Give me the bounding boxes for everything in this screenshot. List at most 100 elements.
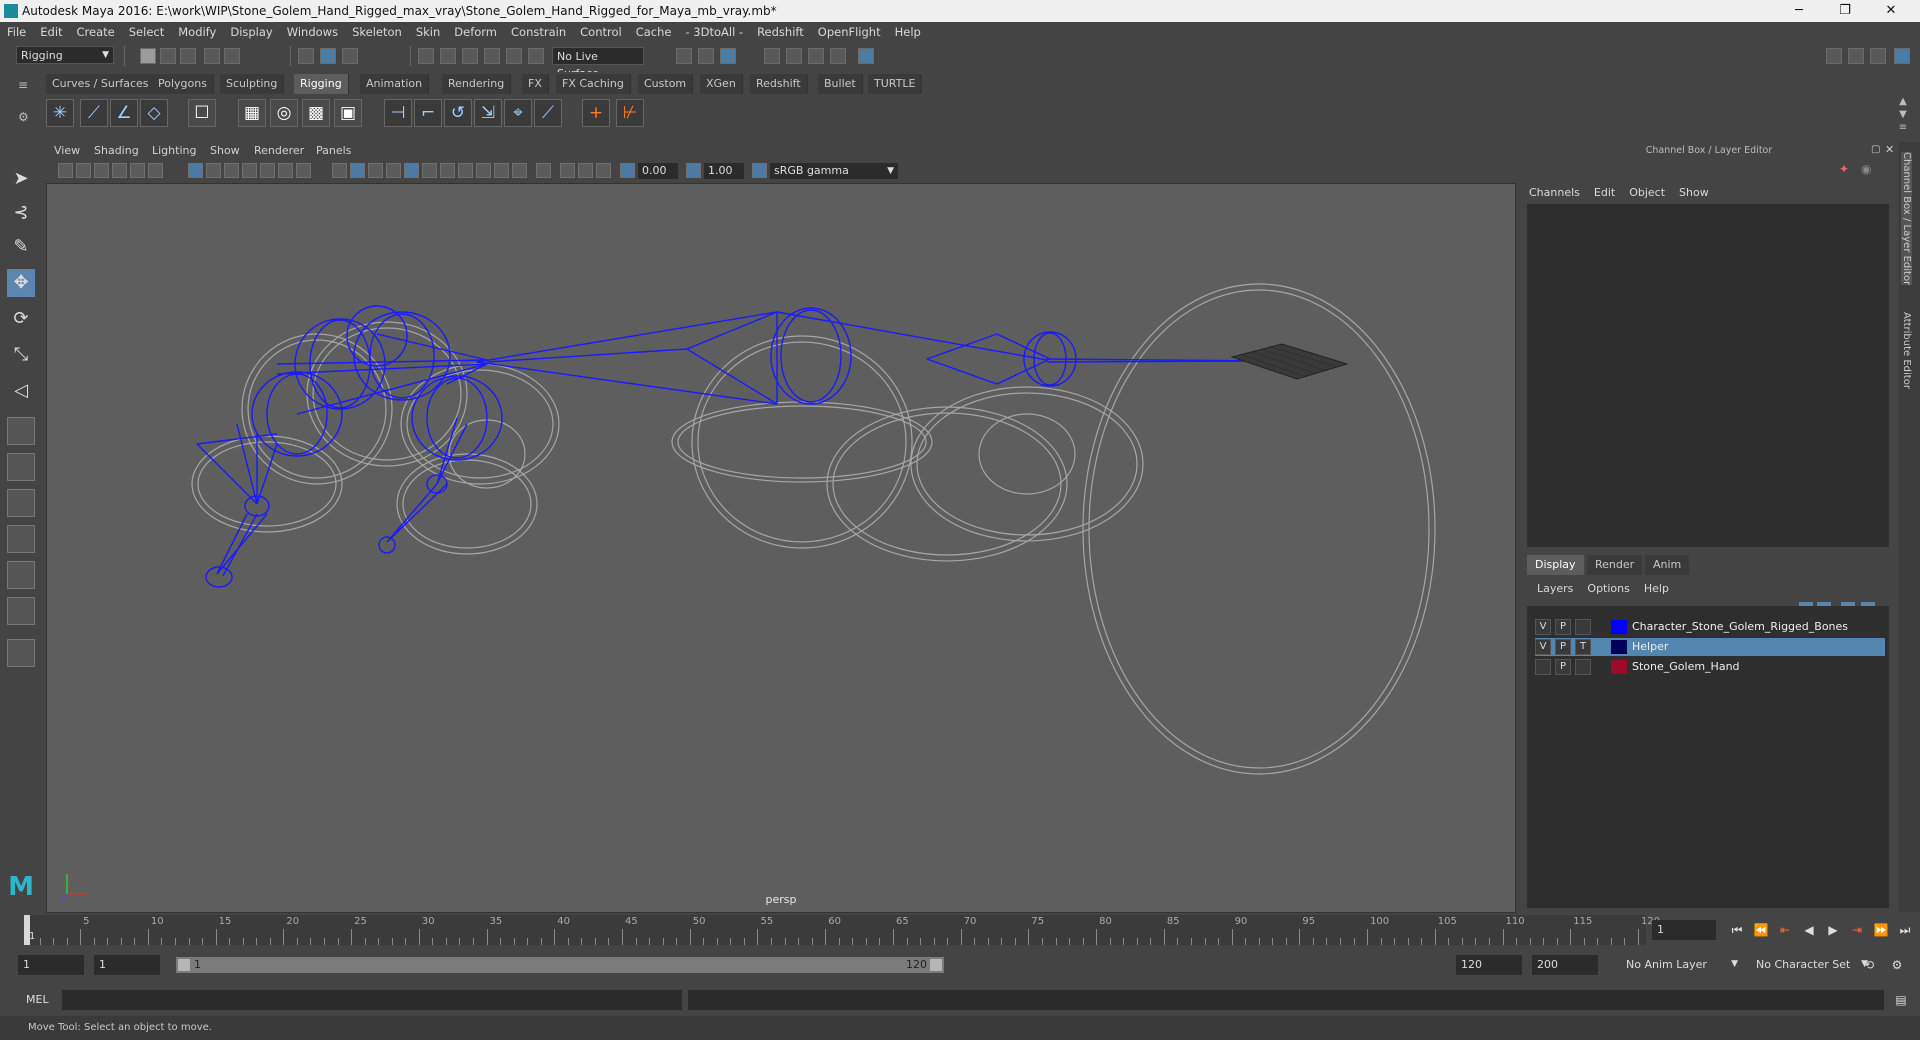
field-chart-icon[interactable] [260,163,275,178]
xray-icon[interactable] [560,163,575,178]
color-management-icon[interactable] [752,163,767,178]
playback-end-field[interactable]: 120 [1456,955,1522,975]
shelf-tab-sculpting[interactable]: Sculpting [220,74,285,94]
menu-constrain[interactable]: Constrain [504,25,573,39]
ik-handle-icon[interactable]: ⟋ [80,99,108,127]
make-live-icon[interactable] [528,48,544,64]
shelf-tab-fx[interactable]: FX [522,74,549,94]
orient-constraint-icon[interactable]: ↺ [444,99,472,127]
shelf-scroll-arrows-icon[interactable]: ▲ ▼ ≡ [1896,95,1910,135]
side-tab-attribute-editor[interactable]: Attribute Editor [1901,312,1912,389]
shelf-tab-polygons[interactable]: Polygons [152,74,214,94]
snap-view-plane-icon[interactable] [484,48,500,64]
range-slider-bar[interactable]: 1 120 [176,957,944,973]
rotate-tool-icon[interactable]: ⟳ [7,305,35,333]
animation-end-field[interactable]: 200 [1532,955,1598,975]
construction-history-icon[interactable] [698,48,714,64]
layer-playback-toggle[interactable]: P [1555,659,1571,675]
menu-help[interactable]: Help [888,25,928,39]
time-slider[interactable]: 1 5 10 15 20 25 30 35 40 45 50 55 60 65 70 75 80 85 90 95 10… [0,915,1920,947]
scale-constraint-icon[interactable]: ⇲ [474,99,502,127]
undo-icon[interactable] [204,48,220,64]
parent-constraint-icon[interactable]: ⊣ [384,99,412,127]
viewport-menu-panels[interactable]: Panels [316,144,351,157]
camera-attributes-icon[interactable] [76,163,91,178]
layer-display-type-toggle[interactable] [1575,619,1591,635]
modeling-toolkit-icon[interactable] [1826,48,1842,64]
menu-control[interactable]: Control [573,25,629,39]
layers-menu[interactable]: Layers [1537,582,1573,595]
close-button[interactable]: ✕ [1868,0,1914,22]
motion-blur-icon[interactable] [476,163,491,178]
select-object-icon[interactable] [320,48,336,64]
select-component-icon[interactable] [342,48,358,64]
grid-toggle-icon[interactable] [188,163,203,178]
menu-cache[interactable]: Cache [629,25,679,39]
snap-grid-icon[interactable] [418,48,434,64]
render-view-icon[interactable] [720,48,736,64]
last-tool-icon[interactable]: ◁ [7,377,35,405]
lattice-icon[interactable]: ▩ [302,99,330,127]
tab-anim[interactable]: Anim [1645,555,1690,575]
layer-row[interactable]: P Stone_Golem_Hand [1535,658,1885,676]
step-back-key-icon[interactable]: ⇤ [1776,921,1794,939]
menu-windows[interactable]: Windows [280,25,345,39]
options-menu[interactable]: Options [1587,582,1629,595]
save-scene-icon[interactable] [180,48,196,64]
cluster-handle-icon[interactable]: ⊬ [616,99,644,127]
hypershade-icon[interactable] [830,48,846,64]
four-view-layout-icon[interactable] [7,453,35,481]
cluster-icon[interactable]: ▣ [334,99,362,127]
shelf-tab-curves-surfaces[interactable]: Curves / Surfaces [46,74,156,94]
screen-space-ao-icon[interactable] [458,163,473,178]
layer-playback-toggle[interactable]: P [1555,619,1571,635]
select-tool-icon[interactable]: ➤ [7,165,35,193]
select-hierarchy-icon[interactable] [298,48,314,64]
shelf-settings-gear-icon[interactable]: ⚙ [18,110,32,124]
isolate-select-icon[interactable] [536,163,551,178]
layer-display-type-toggle[interactable]: T [1575,639,1591,655]
ik-spline-icon[interactable]: ∠ [110,99,138,127]
hypershade-layout-icon[interactable] [7,561,35,589]
view-transform-dropdown[interactable]: sRGB gamma ▼ [770,163,898,179]
tool-settings-toggle-icon[interactable] [1870,48,1886,64]
current-frame-marker[interactable] [24,915,30,945]
gate-mask-icon[interactable] [242,163,257,178]
viewport-menu-view[interactable]: View [54,144,80,157]
minimize-button[interactable]: ─ [1776,0,1822,22]
shelf-tab-xgen[interactable]: XGen [700,74,743,94]
xray-components-icon[interactable] [596,163,611,178]
exposure-icon[interactable] [620,163,635,178]
command-input[interactable] [62,990,682,1010]
time-slider-track[interactable]: 1 5 10 15 20 25 30 35 40 45 50 55 60 65 70 75 80 85 90 95 10… [24,915,1660,945]
insert-joint-icon[interactable]: ◇ [140,99,168,127]
layer-row[interactable]: V P T Helper [1535,638,1885,656]
custom-layout-icon[interactable] [7,639,35,667]
shelf-tab-turtle[interactable]: TURTLE [868,74,923,94]
script-editor-icon[interactable]: ▤ [1892,991,1910,1009]
paint-weights-icon[interactable]: ◎ [270,99,298,127]
help-menu[interactable]: Help [1644,582,1669,595]
anim-layer-dropdown[interactable]: No Anim Layer ▼ [1622,956,1742,974]
snap-point-icon[interactable] [462,48,478,64]
layer-playback-toggle[interactable]: P [1555,639,1571,655]
tab-render[interactable]: Render [1587,555,1643,575]
command-language-label[interactable]: MEL [26,993,49,1006]
use-default-material-icon[interactable] [368,163,383,178]
pole-vector-icon[interactable]: ⟋ [534,99,562,127]
maximize-button[interactable]: ❐ [1822,0,1868,22]
snap-live-icon[interactable] [506,48,522,64]
shelf-tab-rendering[interactable]: Rendering [442,74,512,94]
step-back-frame-icon[interactable]: ⏪ [1752,921,1770,939]
close-panel-icon[interactable]: ✕ [1885,143,1897,156]
sync-icon[interactable]: ◉ [1861,162,1877,178]
gamma-icon[interactable] [686,163,701,178]
side-tab-channel-box[interactable]: Channel Box / Layer Editor [1901,152,1912,286]
viewport-menu-renderer[interactable]: Renderer [254,144,304,157]
single-perspective-layout-icon[interactable] [7,417,35,445]
locator-icon[interactable]: + [582,99,610,127]
step-forward-key-icon[interactable]: ⇥ [1848,921,1866,939]
layer-row[interactable]: V P Character_Stone_Golem_Rigged_Bones [1535,618,1885,636]
persp-outliner-layout-icon[interactable] [7,489,35,517]
image-plane-icon[interactable] [112,163,127,178]
